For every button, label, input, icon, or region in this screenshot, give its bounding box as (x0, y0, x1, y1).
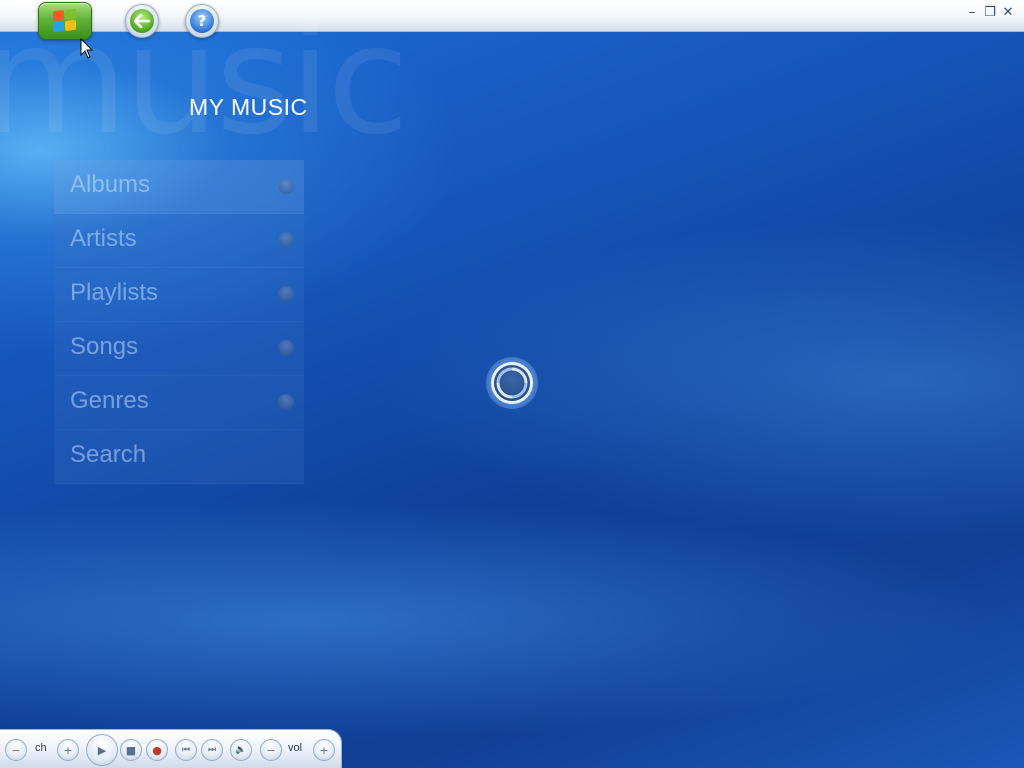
menu-item-label: Genres (70, 387, 149, 414)
previous-button[interactable]: ⏮ (175, 739, 197, 761)
restore-button[interactable]: ❐ (984, 6, 996, 20)
window-controls: – ❐ ✕ (966, 6, 1014, 20)
next-button[interactable]: ⏭ (201, 739, 223, 761)
loading-spinner-icon (486, 357, 538, 409)
page-title: MY MUSIC (189, 94, 308, 120)
music-menu: Albums Artists Playlists Songs Genres Se… (54, 160, 304, 484)
indicator-dot-icon (278, 178, 294, 194)
indicator-dot-icon (278, 286, 294, 302)
menu-item-artists[interactable]: Artists (54, 214, 304, 268)
record-button[interactable]: ● (146, 739, 168, 761)
channel-label: ch (35, 742, 47, 754)
play-button[interactable]: ▶ (86, 734, 118, 766)
menu-item-albums[interactable]: Albums (54, 160, 304, 214)
menu-item-label: Artists (70, 225, 137, 252)
volume-label: vol (288, 742, 303, 754)
section-watermark: music (0, 0, 409, 168)
menu-item-label: Albums (70, 171, 151, 198)
channel-up-button[interactable]: + (57, 739, 79, 761)
menu-item-label: Songs (70, 333, 139, 360)
menu-item-label: Playlists (70, 279, 159, 306)
transport-bar: − ch + ▶ ■ ● ⏮ ⏭ 🔈 − vol + (0, 729, 342, 768)
indicator-dot-icon (278, 394, 294, 410)
stop-button[interactable]: ■ (120, 739, 142, 761)
close-button[interactable]: ✕ (1002, 6, 1014, 20)
indicator-dot-icon (278, 232, 294, 248)
channel-down-button[interactable]: − (5, 739, 27, 761)
menu-item-search[interactable]: Search (54, 430, 304, 484)
menu-item-playlists[interactable]: Playlists (54, 268, 304, 322)
menu-item-songs[interactable]: Songs (54, 322, 304, 376)
minimize-button[interactable]: – (966, 6, 978, 20)
menu-item-genres[interactable]: Genres (54, 376, 304, 430)
volume-up-button[interactable]: + (313, 739, 335, 761)
indicator-dot-icon (278, 340, 294, 356)
menu-item-label: Search (70, 441, 147, 468)
spinner-core (491, 362, 533, 404)
volume-down-button[interactable]: − (260, 739, 282, 761)
mute-button[interactable]: 🔈 (230, 739, 252, 761)
